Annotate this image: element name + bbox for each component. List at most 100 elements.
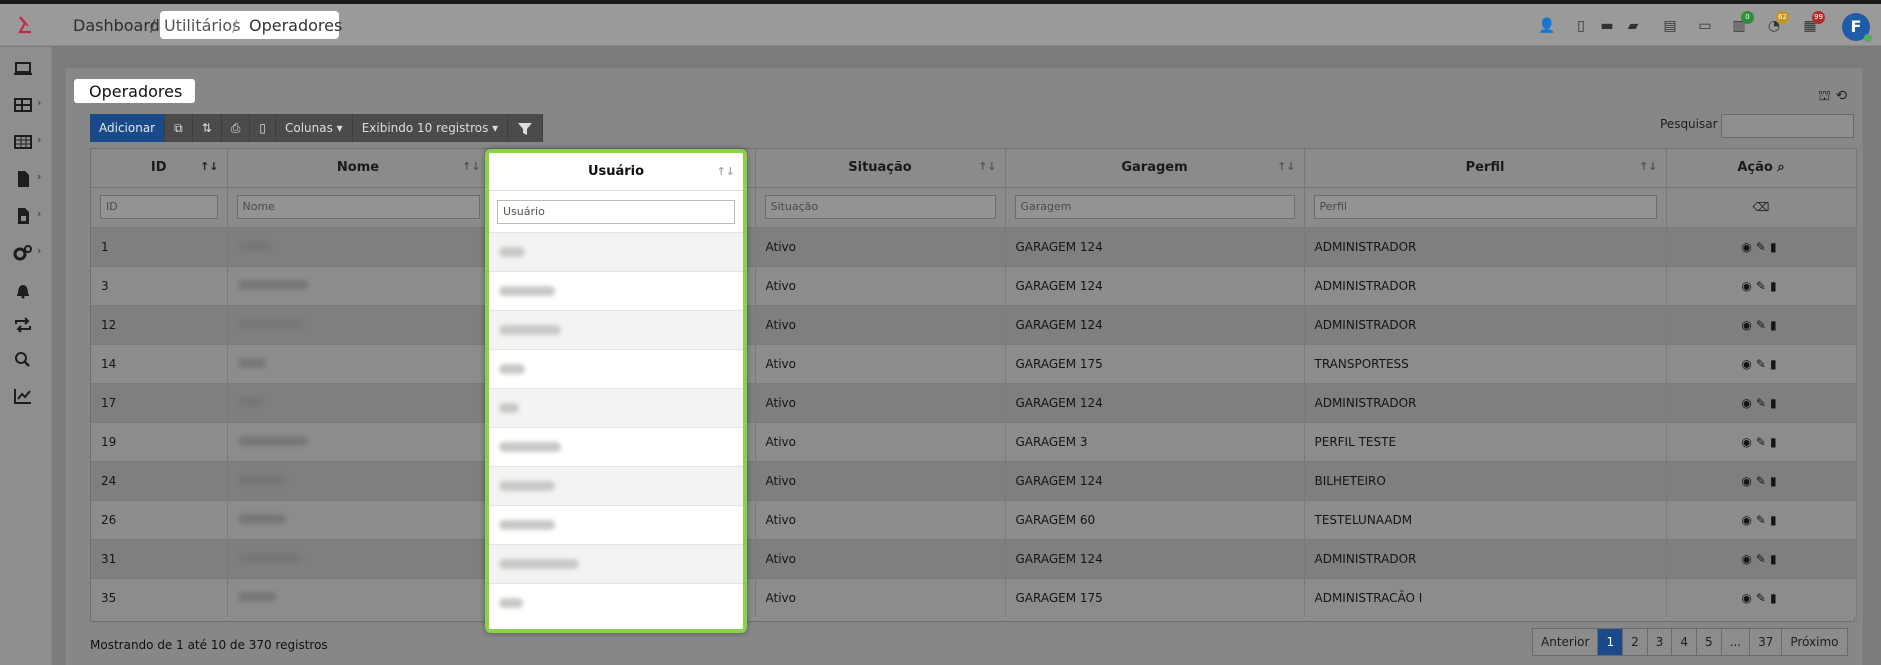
delete-trash-icon[interactable]: ▮ bbox=[1770, 591, 1781, 605]
search-input[interactable] bbox=[1721, 114, 1854, 138]
notifications-icon[interactable]: ▥ 0 bbox=[1730, 11, 1754, 35]
cell-id: 26 bbox=[91, 499, 228, 539]
document-icon[interactable] bbox=[12, 169, 34, 189]
pagination-next[interactable]: Próximo bbox=[1782, 629, 1847, 655]
delete-trash-icon[interactable]: ▮ bbox=[1770, 513, 1781, 527]
csv-icon[interactable]: ⇅ bbox=[192, 114, 222, 142]
copy-icon[interactable]: ⧉ bbox=[165, 114, 193, 142]
table-row[interactable]: 12 Ativo GARAGEM 124 ADMINISTRADOR ◉✎▮ bbox=[91, 304, 1857, 344]
fax-icon[interactable]: ▤ bbox=[1661, 17, 1679, 35]
filter-nome-input[interactable]: Nome bbox=[236, 195, 480, 219]
edit-icon[interactable]: ✎ bbox=[1756, 513, 1770, 527]
pagination-page[interactable]: 5 bbox=[1697, 629, 1722, 655]
bell-icon[interactable] bbox=[12, 280, 34, 300]
view-eye-icon[interactable]: ◉ bbox=[1741, 279, 1755, 293]
history-icon[interactable]: ⟲ bbox=[1835, 88, 1847, 104]
table-row[interactable]: 26 Ativo GARAGEM 60 TESTELUNAADM ◉✎▮ bbox=[91, 499, 1857, 539]
search-icon[interactable]: ⌕ bbox=[1777, 160, 1784, 175]
delete-trash-icon[interactable]: ▮ bbox=[1770, 240, 1781, 254]
delete-trash-icon[interactable]: ▮ bbox=[1770, 396, 1781, 410]
view-eye-icon[interactable]: ◉ bbox=[1741, 396, 1755, 410]
table-row[interactable]: 3 Ativo GARAGEM 124 ADMINISTRADOR ◉✎▮ bbox=[91, 265, 1857, 305]
cell-nome bbox=[227, 226, 490, 266]
search-icon[interactable] bbox=[12, 350, 34, 370]
table-row[interactable]: 35 Ativo GARAGEM 175 ADMINISTRACÃO I ◉✎▮ bbox=[91, 577, 1857, 617]
delete-trash-icon[interactable]: ▮ bbox=[1770, 279, 1781, 293]
edit-icon[interactable]: ✎ bbox=[1756, 240, 1770, 254]
table-icon[interactable] bbox=[12, 95, 34, 115]
view-eye-icon[interactable]: ◉ bbox=[1741, 513, 1755, 527]
table-row[interactable]: 17 Ativo GARAGEM 124 ADMINISTRADOR ◉✎▮ bbox=[91, 382, 1857, 422]
grid-icon[interactable] bbox=[12, 132, 34, 152]
monitor-icon[interactable]: ▭ bbox=[1696, 17, 1714, 35]
report-icon[interactable] bbox=[12, 206, 34, 226]
filter-situacao-input[interactable]: Situação bbox=[764, 195, 996, 219]
add-button[interactable]: Adicionar bbox=[90, 114, 166, 142]
filter-usuario-input-highlight[interactable]: Usuário bbox=[497, 200, 735, 224]
view-eye-icon[interactable]: ◉ bbox=[1741, 474, 1755, 488]
pagination-prev[interactable]: Anterior bbox=[1533, 629, 1599, 655]
filter-icon[interactable] bbox=[508, 114, 544, 142]
view-eye-icon[interactable]: ◉ bbox=[1741, 435, 1755, 449]
clock-icon[interactable]: ◔ 62 bbox=[1765, 11, 1789, 35]
pagination-page[interactable]: 1 bbox=[1598, 629, 1624, 655]
sync-icon[interactable] bbox=[12, 315, 34, 335]
tasks-icon[interactable]: ▦ 99 bbox=[1801, 11, 1825, 35]
header-usuario-highlight[interactable]: Usuário ↑↓ bbox=[489, 153, 743, 191]
chart-line-icon[interactable] bbox=[12, 386, 34, 406]
breadcrumb-home[interactable]: Dashboard bbox=[73, 16, 160, 35]
print-icon[interactable]: ⎙ bbox=[221, 114, 251, 142]
clear-filters-eraser-icon[interactable]: ⌫ bbox=[1753, 200, 1770, 214]
header-nome[interactable]: Nome ↑↓ bbox=[227, 149, 490, 187]
cell-garagem: GARAGEM 124 bbox=[1005, 265, 1305, 305]
brand-logo-icon[interactable] bbox=[14, 14, 36, 36]
edit-icon[interactable]: ✎ bbox=[1756, 474, 1770, 488]
header-garagem[interactable]: Garagem ↑↓ bbox=[1005, 149, 1305, 187]
filter-garagem-input[interactable]: Garagem bbox=[1014, 195, 1295, 219]
pdf-icon[interactable]: ▯ bbox=[250, 114, 276, 142]
edit-icon[interactable]: ✎ bbox=[1756, 357, 1770, 371]
delete-trash-icon[interactable]: ▮ bbox=[1770, 318, 1781, 332]
view-eye-icon[interactable]: ◉ bbox=[1741, 591, 1755, 605]
breadcrumb-section[interactable]: Utilitários bbox=[164, 16, 241, 35]
laptop-icon[interactable] bbox=[12, 59, 34, 79]
header-situacao[interactable]: Situação ↑↓ bbox=[755, 149, 1006, 187]
page-length-button[interactable]: Exibindo 10 registros ▾ bbox=[352, 114, 509, 142]
mobile-icon[interactable]: ▯ bbox=[1572, 17, 1590, 35]
view-eye-icon[interactable]: ◉ bbox=[1741, 240, 1755, 254]
redacted-text bbox=[237, 474, 288, 485]
id-card-icon[interactable]: ▰ bbox=[1624, 17, 1642, 35]
table-row[interactable]: 24 Ativo GARAGEM 124 BILHETEIRO ◉✎▮ bbox=[91, 460, 1857, 500]
view-eye-icon[interactable]: ◉ bbox=[1741, 357, 1755, 371]
user-card-icon[interactable]: 👤 bbox=[1538, 17, 1556, 35]
filter-id-input[interactable]: ID bbox=[100, 195, 218, 219]
edit-icon[interactable]: ✎ bbox=[1756, 396, 1770, 410]
view-eye-icon[interactable]: ◉ bbox=[1741, 552, 1755, 566]
table-row[interactable]: 1 Ativo GARAGEM 124 ADMINISTRADOR ◉✎▮ bbox=[91, 226, 1857, 266]
header-id[interactable]: ID ↑↓ bbox=[91, 149, 228, 187]
table-row[interactable]: 14 Ativo GARAGEM 175 TRANSPORTESS ◉✎▮ bbox=[91, 343, 1857, 383]
pagination-page[interactable]: 37 bbox=[1750, 629, 1783, 655]
lock-icon[interactable]: ⛫ bbox=[1818, 88, 1831, 104]
pagination-page[interactable]: 4 bbox=[1672, 629, 1698, 655]
table-row[interactable]: 31 Ativo GARAGEM 124 ADMINISTRADOR ◉✎▮ bbox=[91, 538, 1857, 578]
edit-icon[interactable]: ✎ bbox=[1756, 591, 1770, 605]
cell-situacao: Ativo bbox=[755, 421, 1006, 461]
cogs-icon[interactable] bbox=[12, 243, 34, 263]
delete-trash-icon[interactable]: ▮ bbox=[1770, 474, 1781, 488]
bus-icon[interactable]: ▬ bbox=[1598, 17, 1616, 35]
edit-icon[interactable]: ✎ bbox=[1756, 552, 1770, 566]
header-perfil[interactable]: Perfil ↑↓ bbox=[1304, 149, 1667, 187]
pagination-page[interactable]: 3 bbox=[1647, 629, 1673, 655]
edit-icon[interactable]: ✎ bbox=[1756, 318, 1770, 332]
delete-trash-icon[interactable]: ▮ bbox=[1770, 357, 1781, 371]
table-row[interactable]: 19 Ativo GARAGEM 3 PERFIL TESTE ◉✎▮ bbox=[91, 421, 1857, 461]
pagination-page[interactable]: 2 bbox=[1623, 629, 1648, 655]
columns-button[interactable]: Colunas ▾ bbox=[275, 114, 353, 142]
delete-trash-icon[interactable]: ▮ bbox=[1770, 435, 1781, 449]
edit-icon[interactable]: ✎ bbox=[1756, 279, 1770, 293]
view-eye-icon[interactable]: ◉ bbox=[1741, 318, 1755, 332]
filter-perfil-input[interactable]: Perfil bbox=[1313, 195, 1657, 219]
delete-trash-icon[interactable]: ▮ bbox=[1770, 552, 1781, 566]
edit-icon[interactable]: ✎ bbox=[1756, 435, 1770, 449]
